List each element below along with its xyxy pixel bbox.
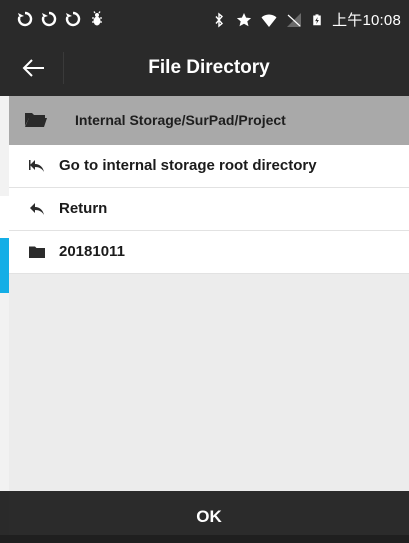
bluetooth-icon (215, 12, 224, 27)
ok-button-label: OK (196, 507, 222, 526)
folder-open-icon (25, 113, 47, 127)
page-title: File Directory (148, 57, 270, 78)
background-accent-segment (0, 238, 9, 293)
list-item-label: Return (59, 200, 108, 217)
app-bar: File Directory (9, 40, 409, 96)
file-directory-dialog: 上午10:08 File Directory Internal Storage/… (9, 0, 409, 535)
sync-icon (65, 11, 81, 27)
no-signal-icon (287, 12, 302, 27)
current-path: Internal Storage/SurPad/Project (75, 112, 286, 128)
reply-all-icon (29, 160, 44, 172)
background-header-segment (0, 0, 9, 96)
background-content-segment (0, 293, 9, 491)
folder-icon (29, 246, 45, 258)
background-content-segment (0, 196, 9, 238)
list-item-label: 20181011 (59, 243, 125, 260)
wifi-icon (261, 14, 277, 27)
sync-icon (41, 11, 57, 27)
background-footer-segment (0, 491, 9, 535)
debug-icon (92, 11, 102, 26)
reply-icon (30, 203, 44, 215)
status-time: 上午10:08 (332, 12, 401, 29)
list-item-folder[interactable]: 20181011 (9, 231, 409, 274)
background-window-strip (0, 0, 9, 535)
star-icon (236, 12, 252, 26)
battery-charging-icon (313, 13, 321, 25)
current-path-bar: Internal Storage/SurPad/Project (9, 96, 409, 145)
sync-icon (17, 11, 33, 27)
directory-list: Go to internal storage root directory Re… (9, 145, 409, 274)
ok-button[interactable]: OK (9, 491, 409, 535)
list-item-root-directory[interactable]: Go to internal storage root directory (9, 145, 409, 188)
list-item-label: Go to internal storage root directory (59, 157, 317, 174)
background-content-segment (0, 96, 9, 196)
status-bar: 上午10:08 (9, 0, 409, 40)
list-item-return[interactable]: Return (9, 188, 409, 231)
